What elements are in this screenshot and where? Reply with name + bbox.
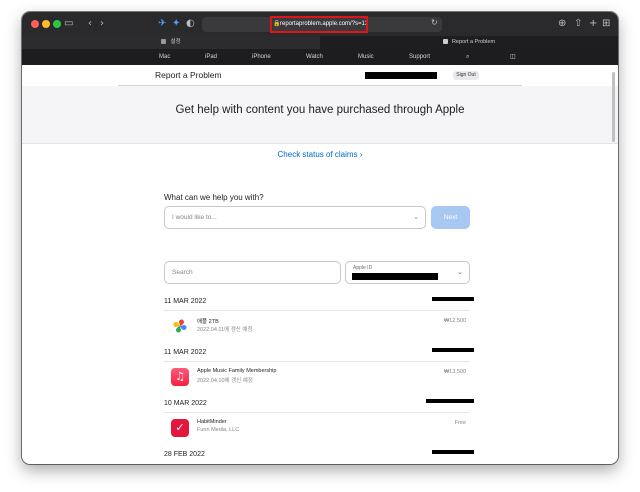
purchase-date: 10 MAR 2022 bbox=[164, 400, 207, 407]
tab-label: Report a Problem bbox=[451, 39, 496, 45]
tab-overview-icon[interactable]: ⊞ bbox=[602, 17, 610, 31]
check-status-link[interactable]: Check status of claims › bbox=[22, 150, 618, 159]
tab-bar: 설정 Report a Problem bbox=[22, 36, 618, 49]
hero-section: Get help with content you have purchased… bbox=[22, 86, 618, 144]
purchase-date: 11 MAR 2022 bbox=[164, 349, 207, 356]
item-subtitle: Funn Media, LLC bbox=[197, 427, 240, 433]
nav-ipad[interactable]: iPad bbox=[205, 49, 217, 65]
hero-title: Get help with content you have purchased… bbox=[175, 104, 465, 116]
search-icon[interactable]: ⌕ bbox=[466, 49, 469, 65]
nav-iphone[interactable]: iPhone bbox=[252, 49, 271, 65]
redacted-order-id bbox=[432, 450, 474, 454]
item-subtitle: 2022.04.10에 갱신 예정 bbox=[197, 378, 253, 384]
apple-id-select[interactable]: Apple ID ⌄ bbox=[345, 261, 470, 284]
next-button[interactable]: Next bbox=[431, 206, 470, 229]
search-placeholder: Search bbox=[172, 269, 193, 276]
download-icon[interactable]: ⊕ bbox=[558, 17, 566, 31]
extension-2-icon[interactable]: ✦ bbox=[172, 17, 180, 31]
reload-icon[interactable]: ↻ bbox=[431, 18, 438, 27]
back-icon[interactable]: ‹ bbox=[88, 17, 92, 31]
nav-watch[interactable]: Watch bbox=[306, 49, 323, 65]
purchase-date: 28 FEB 2022 bbox=[164, 451, 205, 458]
apple-global-nav: Mac iPad iPhone Watch Music Support ⌕ ◫ bbox=[22, 49, 618, 65]
new-tab-icon[interactable]: + bbox=[589, 17, 597, 31]
item-price: Free bbox=[454, 420, 466, 426]
google-photos-icon bbox=[171, 317, 189, 335]
url-highlight-box bbox=[270, 16, 368, 33]
page-scrollbar[interactable] bbox=[612, 72, 615, 142]
share-icon[interactable]: ⇧ bbox=[574, 17, 582, 31]
redacted-order-id bbox=[432, 348, 474, 352]
purchase-date-row: 28 FEB 2022 bbox=[164, 449, 474, 463]
item-subtitle: 2022.04.11에 갱신 예정 bbox=[197, 327, 253, 333]
help-label: What can we help you with? bbox=[164, 193, 264, 202]
tab-label: 설정 bbox=[170, 39, 181, 45]
purchase-item[interactable]: 애플 2TB 2022.04.11에 갱신 예정 ₩12,500 bbox=[164, 310, 470, 338]
redacted-order-id bbox=[426, 399, 474, 403]
purchase-date-row: 11 MAR 2022 bbox=[164, 296, 474, 310]
purchase-item[interactable]: ✓ HabitMinder Funn Media, LLC Free bbox=[164, 412, 470, 440]
request-type-select[interactable]: I would like to... ⌄ bbox=[164, 206, 426, 229]
item-price: ₩13,500 bbox=[443, 369, 466, 375]
apple-music-icon: ♫ bbox=[171, 368, 189, 386]
tab-settings[interactable]: 설정 bbox=[22, 36, 320, 49]
item-name: 애플 2TB bbox=[197, 319, 219, 325]
item-name: Apple Music Family Membership bbox=[197, 368, 277, 374]
redacted-apple-id bbox=[352, 273, 438, 280]
page-title: Report a Problem bbox=[155, 70, 222, 80]
bag-icon[interactable]: ◫ bbox=[510, 49, 516, 65]
nav-mac[interactable]: Mac bbox=[159, 49, 170, 65]
settings-favicon-icon bbox=[161, 39, 167, 45]
minimize-window-button[interactable] bbox=[42, 20, 50, 28]
browser-window: ▭ ‹ › ✈ ✦ ◐ 🔒 reportaproblem.apple.com/?… bbox=[22, 12, 618, 464]
sign-out-button[interactable]: Sign Out bbox=[453, 71, 479, 80]
tab-report-a-problem[interactable]: Report a Problem bbox=[320, 36, 618, 49]
zoom-window-button[interactable] bbox=[53, 20, 61, 28]
select-placeholder: I would like to... bbox=[172, 214, 217, 221]
habitminder-icon: ✓ bbox=[171, 419, 189, 437]
purchase-date-row: 10 MAR 2022 bbox=[164, 398, 474, 412]
shield-icon[interactable]: ◐ bbox=[186, 17, 195, 31]
sidebar-icon[interactable]: ▭ bbox=[64, 17, 73, 31]
apple-favicon-icon bbox=[442, 39, 448, 45]
nav-support[interactable]: Support bbox=[409, 49, 430, 65]
purchase-date: 11 MAR 2022 bbox=[164, 298, 207, 305]
redacted-order-id bbox=[432, 297, 474, 301]
purchase-item[interactable]: ♫ Apple Music Family Membership 2022.04.… bbox=[164, 361, 470, 389]
forward-icon[interactable]: › bbox=[100, 17, 104, 31]
nav-music[interactable]: Music bbox=[358, 49, 374, 65]
item-price: ₩12,500 bbox=[443, 318, 466, 324]
local-nav: Report a Problem Sign Out bbox=[118, 65, 522, 86]
item-name: HabitMinder bbox=[197, 419, 227, 425]
close-window-button[interactable] bbox=[31, 20, 39, 28]
chevron-down-icon: ⌄ bbox=[457, 268, 463, 276]
apple-id-label: Apple ID bbox=[353, 265, 373, 271]
purchase-date-row: 11 MAR 2022 bbox=[164, 347, 474, 361]
extension-icon[interactable]: ✈ bbox=[158, 17, 166, 31]
chevron-down-icon: ⌄ bbox=[413, 213, 419, 221]
redacted-account-name bbox=[365, 72, 437, 79]
browser-toolbar: ▭ ‹ › ✈ ✦ ◐ 🔒 reportaproblem.apple.com/?… bbox=[22, 12, 618, 36]
search-input[interactable]: Search bbox=[164, 261, 341, 284]
